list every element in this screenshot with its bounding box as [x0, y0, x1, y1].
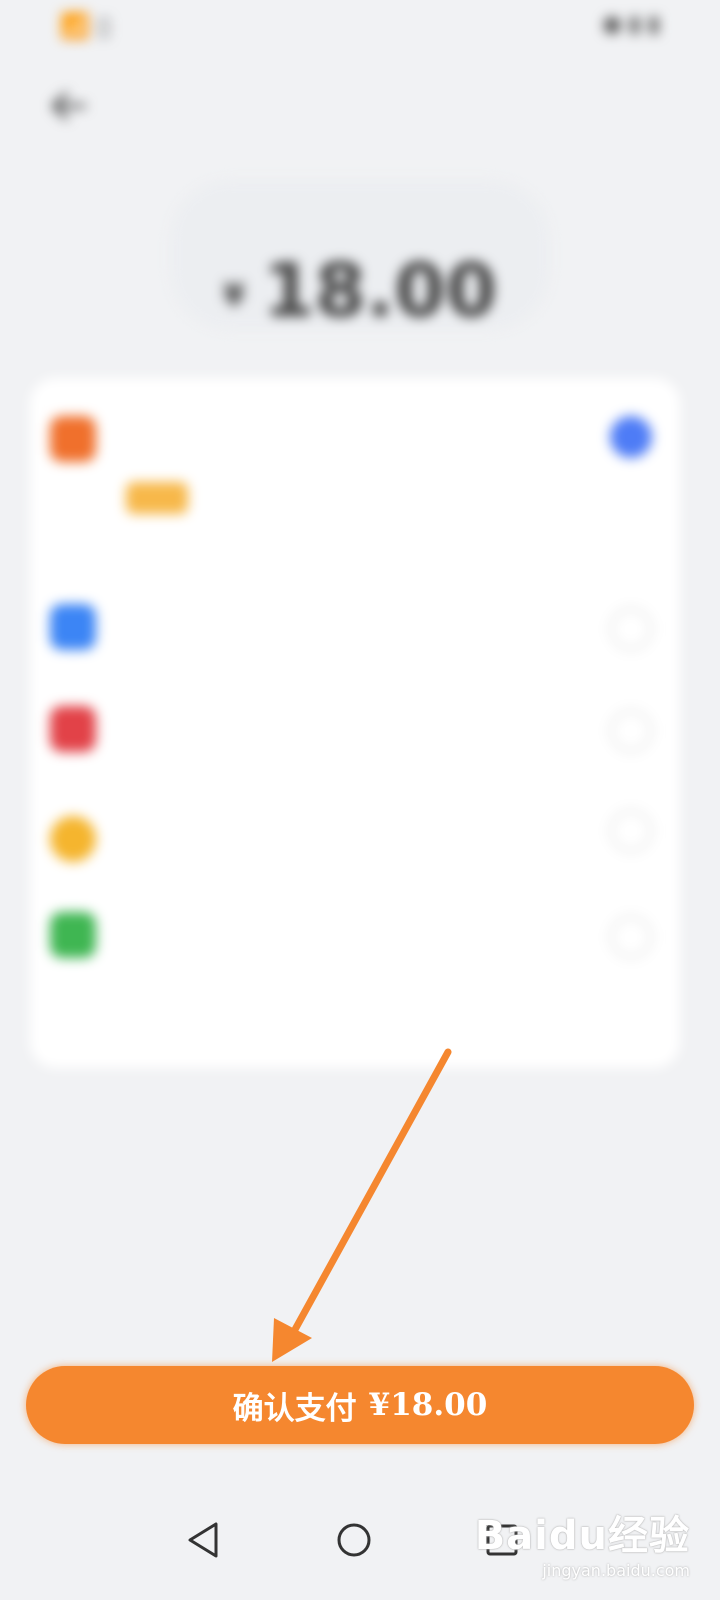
radio-selected[interactable] [610, 416, 652, 458]
back-triangle-icon[interactable] [176, 1510, 236, 1570]
blurred-payment-page: 📶 ▯ ● ▮ ▮ ¥18.00 [0, 0, 720, 1600]
radio-unselected[interactable] [610, 810, 652, 852]
back-arrow-icon[interactable] [46, 84, 90, 128]
payment-method-icon [50, 416, 96, 462]
baidu-watermark: Baidu经验 jingyan.baidu.com [475, 1503, 690, 1580]
payment-method-desc [116, 482, 188, 514]
status-bar: 📶 ▯ ● ▮ ▮ [0, 0, 720, 50]
payment-method-icon [50, 912, 96, 958]
payment-method-icon [50, 604, 96, 650]
radio-unselected[interactable] [610, 608, 652, 650]
promo-tag [126, 482, 188, 514]
status-left: 📶 ▯ [60, 12, 111, 40]
watermark-url: jingyan.baidu.com [542, 1561, 690, 1580]
payment-method-icon [50, 816, 96, 862]
payment-methods-card [30, 378, 680, 1068]
currency-symbol: ¥ [222, 276, 246, 315]
confirm-amount: ¥18.00 [368, 1387, 488, 1423]
confirm-label: 确认支付 [232, 1390, 357, 1427]
system-nav-bar: Baidu经验 jingyan.baidu.com [0, 1480, 720, 1600]
radio-unselected[interactable] [610, 916, 652, 958]
watermark-logo: Baidu经验 [474, 1513, 690, 1559]
payment-method-icon [50, 706, 96, 752]
radio-unselected[interactable] [610, 710, 652, 752]
amount-number: 18.00 [263, 248, 498, 334]
home-circle-icon[interactable] [324, 1510, 384, 1570]
confirm-payment-button[interactable]: 确认支付 ¥18.00 [26, 1366, 694, 1444]
status-right: ● ▮ ▮ [602, 12, 660, 37]
amount-value: ¥18.00 [0, 248, 720, 334]
